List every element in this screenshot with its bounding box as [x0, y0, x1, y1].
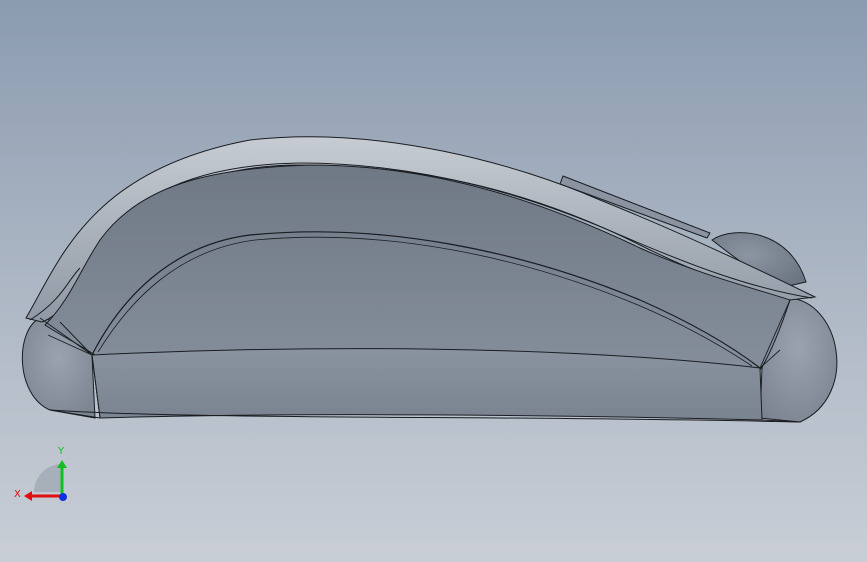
y-axis-arrowhead	[57, 460, 67, 468]
z-axis-dot	[59, 493, 67, 501]
x-axis-arrowhead	[24, 491, 32, 501]
side-body	[44, 164, 791, 371]
axis-triad: X Y	[14, 446, 67, 501]
x-axis-label: X	[14, 489, 21, 500]
graphics-viewport[interactable]: X Y	[0, 0, 867, 562]
triad-quarter-disc	[34, 464, 62, 492]
mouse-model[interactable]	[0, 0, 867, 562]
y-axis-label: Y	[57, 446, 65, 457]
base-band	[91, 348, 763, 421]
